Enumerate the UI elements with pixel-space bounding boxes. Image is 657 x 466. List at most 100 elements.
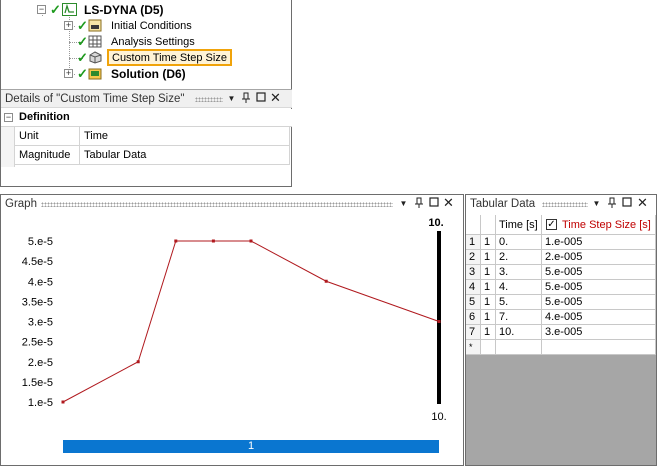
details-panel: Details of "Custom Time Step Size" ▼ ✕ −… [1,89,292,187]
tree-node-lsdyna[interactable]: − ✓ LS-DYNA (D5) [37,2,277,18]
row-value[interactable]: 5.e-005 [542,280,656,295]
timeline-bar[interactable]: 1 [63,440,439,453]
header-step [481,215,496,235]
tabular-grid: Time [s] ✓ Time Step Size [s] 1 1 0. 1.e-00… [466,215,656,465]
dropdown-arrow-icon[interactable]: ▼ [590,197,603,211]
new-row-marker: * [466,340,481,355]
y-tick-label: 1.5e-5 [22,377,53,389]
dropdown-arrow-icon[interactable]: ▼ [397,197,410,211]
details-row-value[interactable]: Tabular Data [80,146,290,165]
tree-item-label: Analysis Settings [111,36,195,48]
details-title: Details of "Custom Time Step Size" [5,93,185,105]
project-tree-panel: − ✓ LS-DYNA (D5) + ✓ Initial Conditions … [0,0,292,187]
pin-icon[interactable] [239,92,252,106]
new-row-value[interactable] [542,340,656,355]
row-step: 1 [481,295,496,310]
y-tick-label: 3.5e-5 [22,296,53,308]
data-point [211,239,215,243]
initial-conditions-icon [88,19,103,32]
row-index: 3 [466,265,481,280]
details-row-name: Unit [15,127,80,146]
graph-panel: Graph ▼ ✕ 5.e-5 4.5e-5 4.e-5 3.5e-5 3.e-5 2.5… [0,194,464,466]
row-index: 7 [466,325,481,340]
grip-dots [41,202,393,207]
row-time[interactable]: 7. [496,310,542,325]
row-step: 1 [481,250,496,265]
tree-item-label-selected: Custom Time Step Size [107,49,232,66]
maximize-icon[interactable] [620,197,633,211]
pin-icon[interactable] [412,197,425,211]
y-tick-label: 5.e-5 [28,236,53,248]
collapse-icon[interactable]: − [4,113,13,122]
tree-node-custom-time-step-size[interactable]: ✓ Custom Time Step Size [64,49,264,66]
solution-icon [88,67,103,80]
tree-node-initial-conditions[interactable]: + ✓ Initial Conditions [64,18,264,34]
expand-icon[interactable]: + [64,21,73,30]
y-tick-label: 3.e-5 [28,317,53,329]
row-time[interactable]: 10. [496,325,542,340]
data-point [61,400,65,404]
row-step: 1 [481,325,496,340]
maximize-icon[interactable] [427,197,440,211]
tabular-title: Tabular Data [470,198,536,210]
y-tick-label: 1.e-5 [28,397,53,409]
row-time[interactable]: 2. [496,250,542,265]
x-tick-label: 10. [431,411,446,423]
close-icon[interactable]: ✕ [269,91,282,105]
checkmark-icon: ✓ [50,2,61,17]
row-index: 6 [466,310,481,325]
row-index: 2 [466,250,481,265]
row-value[interactable]: 1.e-005 [542,235,656,250]
row-value[interactable]: 2.e-005 [542,250,656,265]
row-index: 4 [466,280,481,295]
header-step-label: Time Step Size [s] [562,219,651,231]
checkmark-icon: ✓ [77,34,88,49]
details-gutter [1,127,15,167]
collapse-icon[interactable]: − [37,5,46,14]
y-tick-label: 2.e-5 [28,357,53,369]
checkbox-icon[interactable]: ✓ [546,219,557,230]
data-point [324,279,328,283]
checkmark-icon: ✓ [77,66,88,81]
row-step: 1 [481,235,496,250]
tree-node-analysis-settings[interactable]: ✓ Analysis Settings [64,34,264,50]
expand-icon[interactable]: + [64,69,73,78]
tree-root-label: LS-DYNA (D5) [84,3,164,17]
row-time[interactable]: 4. [496,280,542,295]
row-time[interactable]: 3. [496,265,542,280]
time-cursor-label: 10. [428,217,443,229]
row-time[interactable]: 5. [496,295,542,310]
data-point [136,360,140,364]
details-title-bar: Details of "Custom Time Step Size" ▼ ✕ [1,90,292,108]
lsdyna-system-icon [62,3,77,16]
grip-dots [195,97,223,102]
details-row-value[interactable]: Time [80,127,290,146]
graph-title-bar: Graph ▼ ✕ [1,195,463,213]
dropdown-arrow-icon[interactable]: ▼ [225,92,238,106]
row-value[interactable]: 5.e-005 [542,295,656,310]
section-label: Definition [19,111,70,123]
row-time[interactable]: 0. [496,235,542,250]
row-value[interactable]: 3.e-005 [542,325,656,340]
close-icon[interactable]: ✕ [442,196,455,210]
y-tick-label: 2.5e-5 [22,337,53,349]
pin-icon[interactable] [605,197,618,211]
row-value[interactable]: 5.e-005 [542,265,656,280]
details-row-name: Magnitude [15,146,80,165]
tabular-data-panel: Tabular Data ▼ ✕ Time [s] ✓ Time Step Si… [465,194,657,466]
row-step: 1 [481,280,496,295]
header-time[interactable]: Time [s] [496,215,542,235]
new-row-step [481,340,496,355]
row-value[interactable]: 4.e-005 [542,310,656,325]
close-icon[interactable]: ✕ [636,196,649,210]
row-index: 5 [466,295,481,310]
row-index: 1 [466,235,481,250]
header-time-step-size[interactable]: ✓ Time Step Size [s] [542,215,656,235]
time-step-chart: 5.e-5 4.5e-5 4.e-5 3.5e-5 3.e-5 2.5e-5 2.e-5 1.… [22,217,447,423]
grip-dots [542,202,588,207]
tree-node-solution[interactable]: + ✓ Solution (D6) [64,66,264,82]
details-section-header[interactable]: − Definition [1,109,292,127]
new-row-time[interactable] [496,340,542,355]
maximize-icon[interactable] [254,92,267,106]
row-step: 1 [481,310,496,325]
